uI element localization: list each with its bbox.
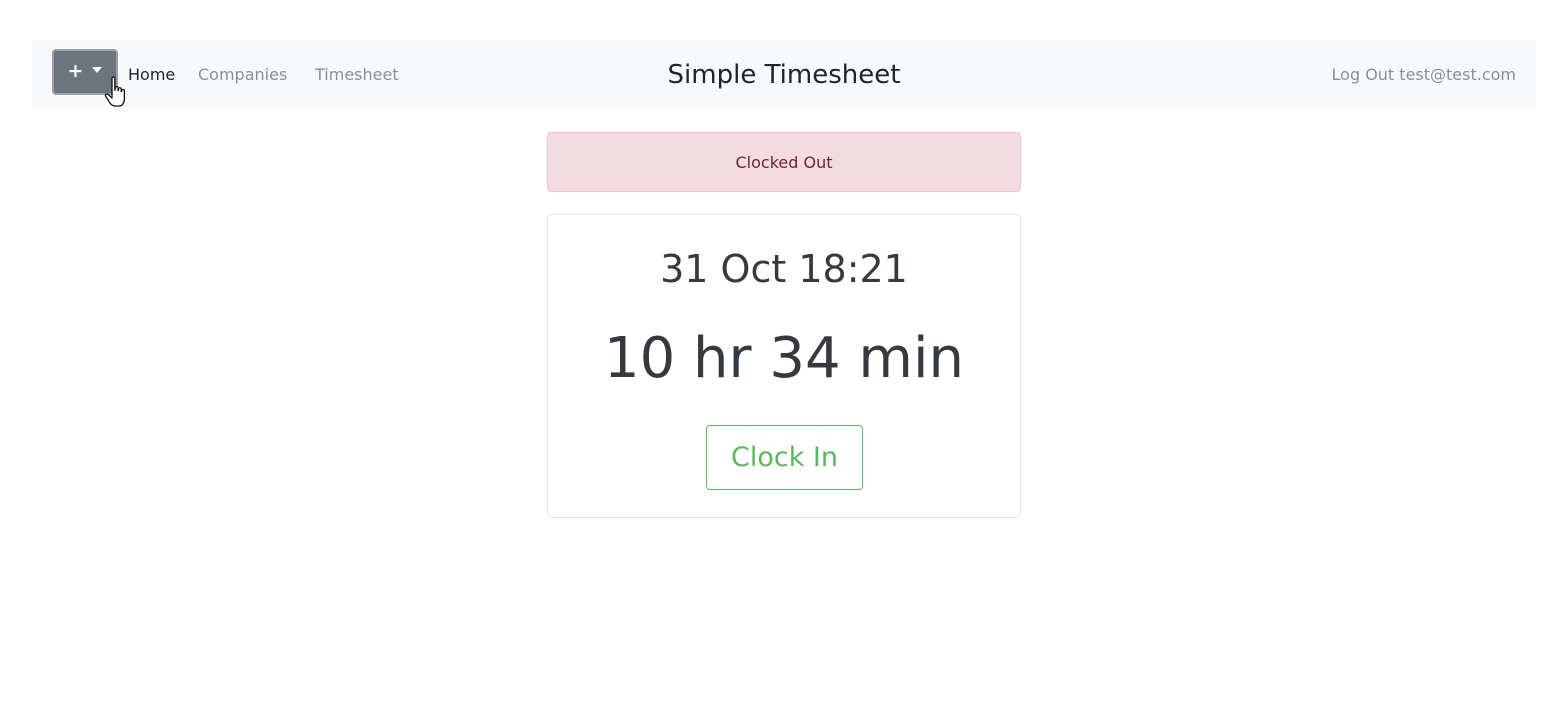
elapsed-duration: 10 hr 34 min (603, 326, 965, 391)
plus-icon: + (67, 59, 84, 82)
status-message: Clocked Out (735, 152, 833, 172)
nav-link-home[interactable]: Home (128, 65, 175, 85)
add-dropdown-button[interactable]: + (52, 49, 118, 95)
nav-link-timesheet[interactable]: Timesheet (315, 65, 399, 85)
app-title[interactable]: Simple Timesheet (662, 59, 906, 91)
chevron-down-icon (92, 67, 103, 73)
navbar: + Home Companies Timesheet Simple Timesh… (32, 40, 1536, 108)
time-card: 31 Oct 18:21 10 hr 34 min Clock In (547, 214, 1021, 518)
logout-link[interactable]: Log Out test@test.com (1332, 65, 1516, 85)
nav-link-companies[interactable]: Companies (198, 65, 287, 85)
status-alert: Clocked Out (547, 132, 1021, 192)
clock-in-button[interactable]: Clock In (706, 425, 863, 490)
current-datetime: 31 Oct 18:21 (660, 247, 908, 291)
